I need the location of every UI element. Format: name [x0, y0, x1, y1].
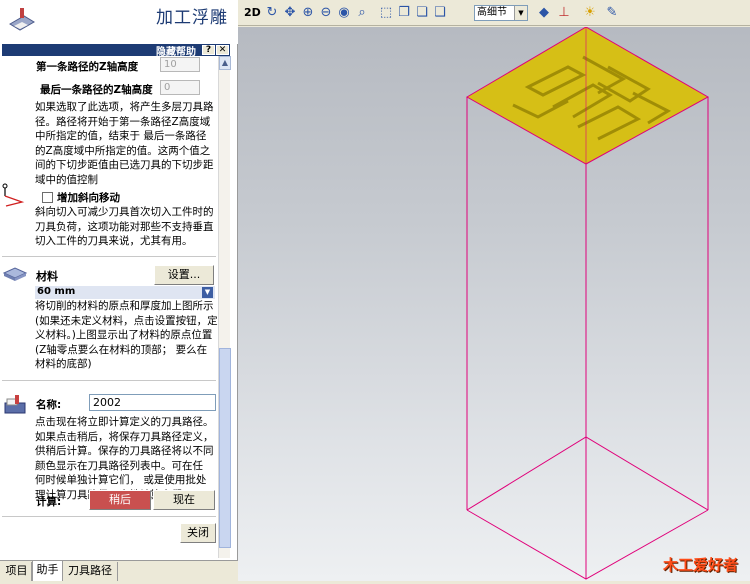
ramp-move-icon	[2, 183, 25, 207]
ramp-checkbox[interactable]	[42, 192, 53, 203]
material-label: 材料	[36, 270, 58, 283]
help-line: 点击现在将立即计算定义的刀具路径。	[35, 416, 214, 428]
z-first-label: 第一条路径的Z轴高度	[36, 61, 139, 73]
calculate-later-button[interactable]: 稍后	[89, 490, 151, 510]
3d-viewport[interactable]: 木工爱好者	[238, 26, 750, 581]
shading-icon[interactable]: ◆	[536, 5, 552, 21]
z-first-input[interactable]: 10	[160, 57, 200, 72]
wireframe-material	[465, 26, 710, 580]
scroll-thumb[interactable]	[219, 348, 231, 548]
multi-pass-help: 如果选取了此选项，将产生多层刀具路 径。路径将开始于第一条路径Z高度域 中所指定…	[35, 100, 219, 188]
help-line: 域中的值控制	[35, 173, 98, 186]
zoom-fit-icon[interactable]: ◉	[336, 5, 352, 21]
top-view-icon[interactable]: ❐	[396, 5, 412, 21]
help-line: 如果点击稍后，将保存刀具路径定义，	[35, 430, 214, 443]
help-button[interactable]: ?	[202, 45, 215, 55]
help-line: 中所指定的值，结束于 最后一条路径	[35, 130, 207, 143]
machine-relief-icon	[9, 8, 35, 31]
panel-scrollbar[interactable]: ▲	[218, 56, 231, 558]
help-line: (如果还未定义材料，点击设置按钮，定	[35, 314, 218, 327]
z-last-input[interactable]: 0	[160, 80, 200, 95]
scroll-up-icon[interactable]: ▲	[219, 56, 231, 70]
help-line: (Z轴零点要么在材料的顶部； 要么在	[35, 343, 208, 356]
help-line: 间的下切步距值由已选刀具的下切步距	[35, 159, 214, 172]
zoom-in-icon[interactable]: ⊕	[300, 5, 316, 21]
settings-icon[interactable]: ✎	[604, 5, 620, 21]
detail-level-select[interactable]: 高细节 ▼	[474, 5, 528, 21]
help-line: 供稍后计算。保存的刀具路径将以不同	[35, 445, 214, 458]
detail-level-value: 高细节	[477, 7, 507, 18]
section-divider	[2, 516, 216, 517]
panel-header: 加工浮雕	[0, 0, 238, 44]
help-line: 切入工件的刀具来说，尤其有用。	[35, 235, 193, 248]
page-title: 加工浮雕	[156, 8, 228, 28]
help-line: 颜色显示在刀具路径列表中。可在任	[35, 459, 203, 472]
material-help: 将切削的材料的原点和厚度加上图所示 (如果还未定义材料，点击设置按钮，定 义材料…	[35, 299, 219, 372]
view-toolbar: 2D ↻ ✥ ⊕ ⊖ ◉ ⌕ ⬚ ❐ ❏ ❑ 高细节 ▼ ◆ ⊥ ☀ ✎	[238, 0, 750, 26]
chevron-down-icon[interactable]: ▼	[202, 287, 213, 298]
z-last-label: 最后一条路径的Z轴高度	[40, 84, 153, 96]
help-line: 的Z高度域中所指定的值。这两个值之	[35, 144, 211, 157]
material-setup-button[interactable]: 设置...	[154, 265, 214, 285]
material-thickness-select[interactable]: 60 mm ▼	[35, 286, 215, 299]
front-view-icon[interactable]: ❏	[414, 5, 430, 21]
toolpath-name-icon	[4, 395, 26, 414]
material-thickness-value: 60 mm	[37, 286, 76, 297]
help-line: 刀具负荷，这项功能对那些不支持垂直	[35, 220, 214, 233]
help-bar: 隐藏帮助 ? ✕	[2, 43, 230, 58]
tab-project[interactable]: 项目	[2, 562, 32, 581]
relief-top-face	[465, 26, 710, 165]
pan-icon[interactable]: ✥	[282, 5, 298, 21]
help-line: 材料的底部)	[35, 358, 92, 371]
tab-toolpaths[interactable]: 刀具路径	[63, 562, 118, 581]
section-divider	[2, 256, 216, 257]
material-block-icon	[3, 267, 27, 281]
axis-icon[interactable]: ⊥	[556, 5, 572, 21]
toolpath-name-input[interactable]: 2002	[89, 394, 216, 411]
zoom-box-icon[interactable]: ⌕	[354, 5, 370, 21]
help-line: 义材料。)上图显示出了材料的原点位置	[35, 329, 213, 342]
2d-view-button[interactable]: 2D	[244, 6, 261, 19]
panel-tabs: 项目 助手 刀具路径	[0, 560, 238, 581]
help-line: 何时候单独计算它们， 或是使用批处	[35, 474, 207, 487]
iso-view-icon[interactable]: ⬚	[378, 5, 394, 21]
watermark-logo: 木工爱好者	[662, 556, 738, 574]
calculate-now-button[interactable]: 现在	[153, 490, 215, 510]
tab-assistant[interactable]: 助手	[32, 561, 63, 581]
help-line: 将切削的材料的原点和厚度加上图所示	[35, 300, 214, 312]
close-help-button[interactable]: ✕	[216, 45, 229, 55]
rotate-icon[interactable]: ↻	[264, 5, 280, 21]
ramp-help: 斜向切入可减少刀具首次切入工件时的 刀具负荷，这项功能对那些不支持垂直 切入工件…	[35, 205, 219, 249]
assistant-panel: 加工浮雕 隐藏帮助 ? ✕ 第一条路径的Z轴高度 10 最后一条路径的Z轴高度 …	[0, 0, 238, 581]
close-button[interactable]: 关闭	[180, 523, 216, 543]
side-view-icon[interactable]: ❑	[432, 5, 448, 21]
help-line: 斜向切入可减少刀具首次切入工件时的	[35, 206, 214, 218]
name-label: 名称:	[36, 399, 62, 411]
section-divider	[2, 380, 216, 381]
lighting-icon[interactable]: ☀	[582, 5, 598, 21]
3d-view-area: 2D ↻ ✥ ⊕ ⊖ ◉ ⌕ ⬚ ❐ ❏ ❑ 高细节 ▼ ◆ ⊥ ☀ ✎ 木工爱…	[238, 0, 750, 581]
help-line: 径。路径将开始于第一条路径Z高度域	[35, 115, 211, 128]
ramp-checkbox-label: 增加斜向移动	[57, 192, 120, 204]
calculate-label: 计算:	[36, 496, 62, 508]
help-line: 如果选取了此选项，将产生多层刀具路	[35, 101, 214, 113]
hide-help-link[interactable]: 隐藏帮助	[156, 43, 196, 58]
chevron-down-icon[interactable]: ▼	[514, 6, 527, 20]
zoom-out-icon[interactable]: ⊖	[318, 5, 334, 21]
